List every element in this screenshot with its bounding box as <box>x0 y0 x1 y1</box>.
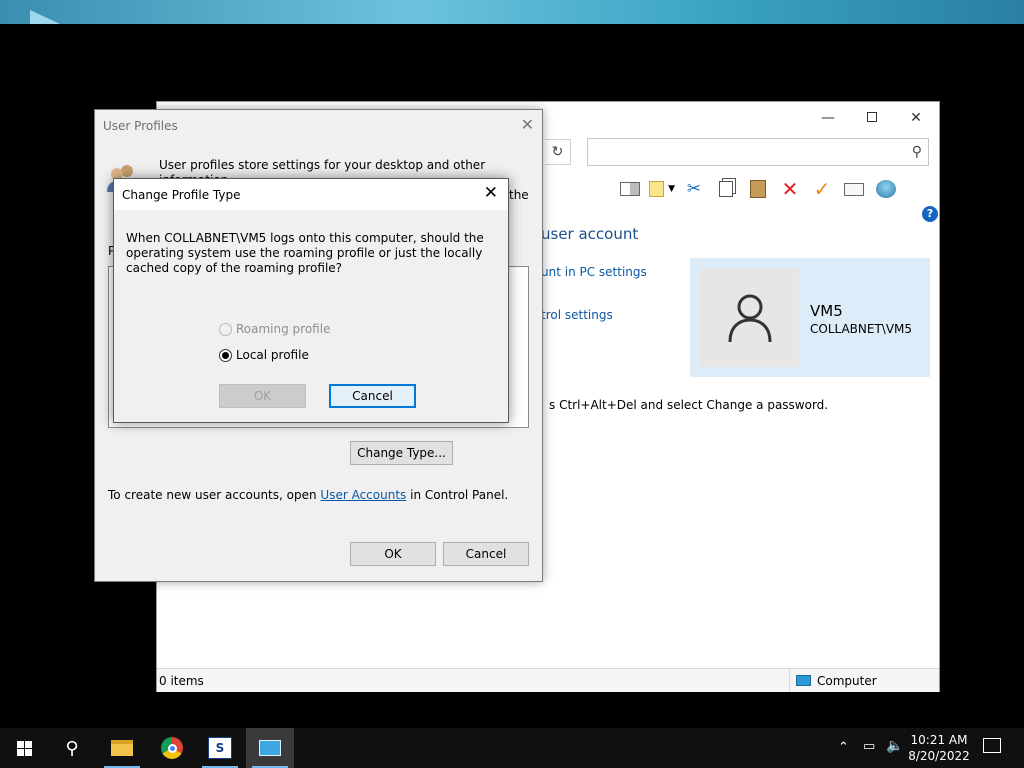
shell-icon[interactable] <box>873 177 899 201</box>
local-profile-option[interactable]: Local profile <box>219 348 309 362</box>
clock[interactable]: 10:21 AM 8/20/2022 <box>906 732 972 764</box>
close-button[interactable]: ✕ <box>905 108 927 128</box>
control-panel-button[interactable] <box>246 728 294 768</box>
status-location-label: Computer <box>817 673 877 688</box>
copy-icon[interactable] <box>713 177 739 201</box>
user-icon <box>728 294 771 342</box>
account-domain: COLLABNET\VM5 <box>810 322 913 336</box>
roaming-profile-option: Roaming profile <box>219 322 330 336</box>
cancel-button[interactable]: Cancel <box>329 384 416 408</box>
cut-icon[interactable]: ✂ <box>681 177 707 201</box>
start-button[interactable] <box>0 728 48 768</box>
computer-icon <box>796 675 811 686</box>
roaming-profile-label: Roaming profile <box>236 322 331 336</box>
help-icon[interactable]: ? <box>922 206 938 222</box>
change-profile-type-dialog: Change Profile Type ✕ When COLLABNET\VM5… <box>113 178 509 423</box>
search-input[interactable]: ⚲ <box>587 138 929 166</box>
volume-icon[interactable]: 🔈 <box>886 738 903 754</box>
wallpaper-logo-icon <box>30 10 60 24</box>
search-icon: ⚲ <box>65 737 79 759</box>
description-tail: the <box>509 188 529 202</box>
create-text-prefix: To create new user accounts, open <box>108 488 321 502</box>
dialog-title: User Profiles <box>103 119 178 133</box>
roaming-profile-radio <box>219 322 232 336</box>
windows-icon <box>16 740 32 756</box>
item-count: 0 items <box>159 674 204 688</box>
control-panel-icon <box>259 740 281 756</box>
control-settings-link[interactable]: trol settings <box>541 308 613 322</box>
check-icon[interactable]: ✓ <box>809 177 835 201</box>
dialog-question: When COLLABNET\VM5 logs onto this comput… <box>126 231 484 275</box>
file-explorer-button[interactable] <box>98 728 146 768</box>
maximize-icon <box>867 112 877 122</box>
refresh-button[interactable]: ↻ <box>545 139 571 165</box>
create-text-suffix: in Control Panel. <box>406 488 509 502</box>
password-hint-text: s Ctrl+Alt+Del and select Change a passw… <box>549 398 829 412</box>
avatar <box>700 268 799 367</box>
status-location: Computer <box>789 669 877 692</box>
chrome-button[interactable] <box>148 728 196 768</box>
app-button[interactable]: S <box>196 728 244 768</box>
close-button[interactable]: ✕ <box>521 115 534 134</box>
clock-time: 10:21 AM <box>910 733 968 747</box>
ok-button: OK <box>219 384 306 408</box>
delete-icon[interactable]: ✕ <box>777 177 803 201</box>
account-name: VM5 <box>810 302 843 320</box>
search-icon: ⚲ <box>911 144 922 160</box>
local-profile-label: Local profile <box>236 348 309 362</box>
maximize-button[interactable] <box>861 108 883 128</box>
notification-icon[interactable] <box>983 738 1001 753</box>
folder-icon <box>111 740 133 756</box>
minimize-button[interactable]: — <box>817 108 839 128</box>
close-button[interactable]: ✕ <box>484 183 498 203</box>
account-card: VM5 COLLABNET\VM5 <box>690 258 930 377</box>
desktop-wallpaper <box>0 0 1024 24</box>
user-accounts-link[interactable]: User Accounts <box>320 488 406 502</box>
toolbar: ▼ ✂ ✕ ✓ <box>617 176 899 202</box>
change-type-button[interactable]: Change Type... <box>350 441 453 465</box>
mail-icon[interactable] <box>841 177 867 201</box>
clock-date: 8/20/2022 <box>908 749 970 763</box>
dialog-title: Change Profile Type <box>122 188 241 202</box>
create-accounts-text: To create new user accounts, open User A… <box>108 488 508 502</box>
taskbar: ⚲ S ⌃ ▭ 🔈 10:21 AM 8/20/2022 <box>0 728 1024 768</box>
properties-dropdown-icon[interactable]: ▼ <box>649 177 675 201</box>
dialog-titlebar: Change Profile Type ✕ <box>114 179 508 210</box>
ok-button[interactable]: OK <box>350 542 436 566</box>
paste-icon[interactable] <box>745 177 771 201</box>
status-bar: 0 items Computer <box>157 668 939 692</box>
chrome-icon <box>161 737 183 759</box>
chevron-up-icon[interactable]: ⌃ <box>838 740 849 755</box>
app-icon: S <box>208 737 232 759</box>
preview-pane-icon[interactable] <box>617 177 643 201</box>
pc-settings-link[interactable]: unt in PC settings <box>541 265 647 279</box>
network-icon[interactable]: ▭ <box>863 739 875 754</box>
cancel-button[interactable]: Cancel <box>443 542 529 566</box>
page-heading: user account <box>541 225 639 243</box>
search-button[interactable]: ⚲ <box>48 728 96 768</box>
local-profile-radio[interactable] <box>219 348 232 362</box>
